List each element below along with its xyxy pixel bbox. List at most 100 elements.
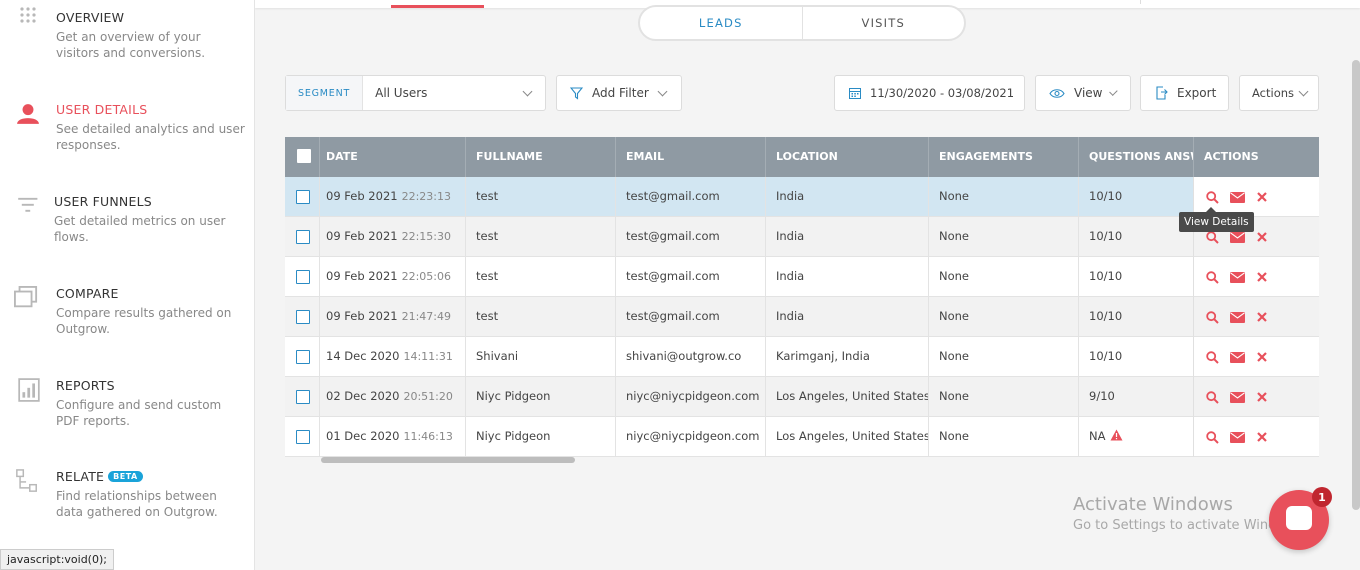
view-dropdown[interactable]: View: [1035, 75, 1131, 111]
delete-icon[interactable]: [1254, 309, 1270, 325]
export-button[interactable]: Export: [1140, 75, 1229, 111]
actions-label: Actions: [1252, 86, 1295, 100]
export-label: Export: [1177, 86, 1217, 100]
delete-icon[interactable]: [1254, 269, 1270, 285]
column-header-engagements[interactable]: ENGAGEMENTS: [928, 137, 1078, 177]
column-header-actions: ACTIONS: [1193, 137, 1319, 177]
cell-fullname: Niyc Pidgeon: [465, 417, 615, 457]
cell-questions-answered: 10/10: [1078, 217, 1193, 257]
sidebar-item-relate[interactable]: RELATE BETA Find relationships between da…: [0, 469, 255, 529]
cell-location: Los Angeles, United States: [765, 377, 928, 417]
cell-location: India: [765, 217, 928, 257]
chevron-down-icon: [1298, 86, 1309, 96]
page-vertical-scrollbar[interactable]: [1352, 60, 1360, 510]
delete-icon[interactable]: [1254, 389, 1270, 405]
cell-questions-answered: 10/10: [1078, 257, 1193, 297]
column-header-date[interactable]: DATE: [319, 137, 465, 177]
email-icon[interactable]: [1229, 269, 1245, 285]
cell-fullname: test: [465, 217, 615, 257]
sidebar-item-label-text: RELATE: [56, 469, 105, 484]
select-all-checkbox[interactable]: [297, 149, 311, 163]
column-header-location[interactable]: LOCATION: [765, 137, 928, 177]
warning-icon: [1110, 429, 1123, 441]
cell-fullname: test: [465, 257, 615, 297]
row-actions: [1193, 377, 1319, 417]
table-row[interactable]: 01 Dec 2020 11:46:13 Niyc Pidgeon niyc@niyc…: [285, 417, 1193, 457]
cell-time-value: 21:47:49: [401, 310, 451, 323]
date-range-value: 11/30/2020 - 03/08/2021: [870, 86, 1015, 100]
delete-icon[interactable]: [1254, 349, 1270, 365]
view-details-icon[interactable]: [1204, 349, 1220, 365]
chevron-down-icon: [657, 86, 668, 96]
email-icon[interactable]: [1229, 189, 1245, 205]
view-details-icon[interactable]: [1204, 269, 1220, 285]
tab-leads[interactable]: LEADS: [640, 7, 803, 39]
delete-icon[interactable]: [1254, 429, 1270, 445]
view-details-icon[interactable]: [1204, 189, 1220, 205]
cell-date-value: 09 Feb 2021: [326, 229, 398, 243]
sidebar-item-user-details[interactable]: USER DETAILS See detailed analytics and …: [0, 102, 255, 162]
row-checkbox[interactable]: [296, 390, 310, 404]
actions-dropdown[interactable]: Actions: [1239, 75, 1319, 111]
email-icon[interactable]: [1229, 429, 1245, 445]
chat-launcher-button[interactable]: 1: [1269, 487, 1332, 550]
cell-email: niyc@niycpidgeon.com: [615, 417, 765, 457]
delete-icon[interactable]: [1254, 229, 1270, 245]
sidebar-item-description: Compare results gathered on Outgrow.: [56, 306, 232, 336]
date-range-picker[interactable]: 11/30/2020 - 03/08/2021: [834, 75, 1025, 111]
add-filter-button[interactable]: Add Filter: [556, 75, 682, 111]
cell-date-value: 02 Dec 2020: [326, 389, 400, 403]
table-horizontal-scrollbar[interactable]: [321, 457, 575, 463]
view-details-icon[interactable]: [1204, 389, 1220, 405]
top-nav-active-indicator: [391, 5, 484, 8]
email-icon[interactable]: [1229, 349, 1245, 365]
row-checkbox[interactable]: [296, 430, 310, 444]
row-actions: [1193, 337, 1319, 377]
email-icon[interactable]: [1229, 309, 1245, 325]
sidebar-item-overview[interactable]: OVERVIEW Get an overview of your visitor…: [0, 7, 255, 70]
cell-email: test@gmail.com: [615, 297, 765, 337]
report-chart-icon: [18, 378, 40, 402]
segment-select[interactable]: SEGMENT All Users: [285, 75, 546, 111]
email-icon[interactable]: [1229, 389, 1245, 405]
column-header-questions-answered[interactable]: QUESTIONS ANSWERED: [1078, 137, 1193, 177]
cell-date: 01 Dec 2020 11:46:13: [319, 417, 465, 457]
delete-icon[interactable]: [1254, 189, 1270, 205]
cell-fullname: test: [465, 297, 615, 337]
row-checkbox[interactable]: [296, 230, 310, 244]
row-checkbox[interactable]: [296, 190, 310, 204]
tab-visits[interactable]: VISITS: [803, 7, 965, 39]
view-details-icon[interactable]: [1204, 429, 1220, 445]
row-checkbox[interactable]: [296, 310, 310, 324]
grid-dots-icon: [20, 7, 36, 23]
sidebar-item-compare[interactable]: COMPARE Compare results gathered on Outg…: [0, 286, 255, 346]
cell-time-value: 14:11:31: [403, 350, 453, 363]
chevron-down-icon: [522, 86, 533, 96]
row-checkbox[interactable]: [296, 270, 310, 284]
chat-notification-badge: 1: [1312, 487, 1332, 507]
row-action-icons: [1204, 189, 1270, 205]
table-row[interactable]: 14 Dec 2020 14:11:31 Shivani shivani@outgro…: [285, 337, 1193, 377]
table-row[interactable]: 09 Feb 2021 22:05:06 test test@gmail.com Ind…: [285, 257, 1193, 297]
cell-questions-value: 10/10: [1089, 309, 1123, 323]
table-row[interactable]: 09 Feb 2021 21:47:49 test test@gmail.com Ind…: [285, 297, 1193, 337]
cell-questions-answered: 9/10: [1078, 377, 1193, 417]
column-header-fullname[interactable]: FULLNAME: [465, 137, 615, 177]
table-row[interactable]: 09 Feb 2021 22:15:30 test test@gmail.com Ind…: [285, 217, 1193, 257]
sidebar-item-label: REPORTS: [56, 378, 115, 393]
row-checkbox[interactable]: [296, 350, 310, 364]
sidebar-item-label: OVERVIEW: [56, 10, 125, 25]
sidebar-item-reports[interactable]: REPORTS Configure and send custom PDF re…: [0, 378, 255, 438]
sidebar-item-label: USER DETAILS: [56, 102, 148, 117]
row-action-icons: [1204, 349, 1270, 365]
column-header-email[interactable]: EMAIL: [615, 137, 765, 177]
cell-email: niyc@niycpidgeon.com: [615, 377, 765, 417]
view-details-icon[interactable]: [1204, 309, 1220, 325]
table-row[interactable]: 09 Feb 2021 22:23:13 test test@gmail.com Ind…: [285, 177, 1193, 217]
sidebar-item-user-funnels[interactable]: USER FUNNELS Get detailed metrics on use…: [0, 194, 255, 254]
cell-engagements: None: [928, 257, 1078, 297]
chat-bubble-icon: [1286, 506, 1312, 530]
cell-email: shivani@outgrow.co: [615, 337, 765, 377]
sidebar: OVERVIEW Get an overview of your visitor…: [0, 0, 255, 570]
table-row[interactable]: 02 Dec 2020 20:51:20 Niyc Pidgeon niyc@niyc…: [285, 377, 1193, 417]
